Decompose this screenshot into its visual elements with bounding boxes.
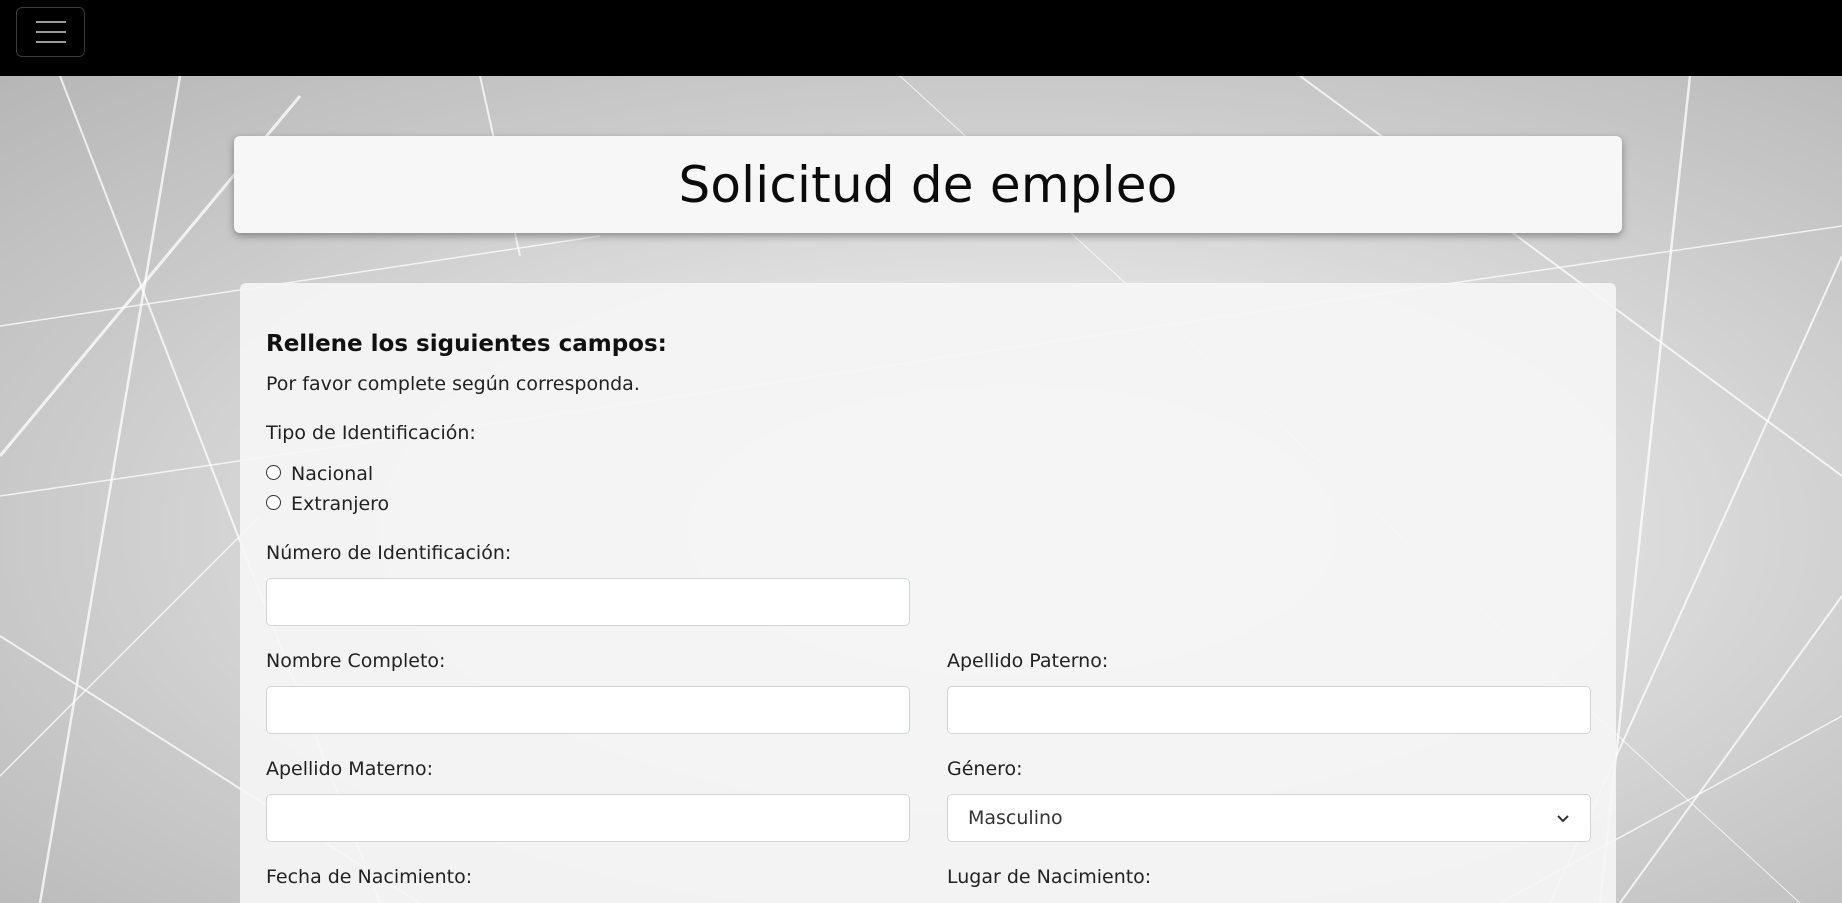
page-title-card: Solicitud de empleo (234, 136, 1622, 233)
maternal-surname-input[interactable] (266, 794, 910, 842)
radio-button[interactable] (266, 494, 281, 510)
radio-label: Extranjero (291, 493, 390, 515)
radio-extranjero[interactable]: Extranjero (266, 493, 389, 515)
gender-selected-value: Masculino (968, 807, 1063, 829)
chevron-down-icon (1557, 815, 1569, 823)
hamburger-menu-icon (35, 21, 66, 43)
radio-label: Nacional (291, 463, 374, 485)
top-navbar (0, 0, 1842, 76)
form-subheading: Por favor complete según corresponda. (266, 373, 640, 395)
id-number-label: Número de Identificación: (266, 542, 512, 564)
page-title: Solicitud de empleo (678, 155, 1178, 214)
paternal-surname-input[interactable] (947, 686, 1591, 734)
radio-nacional[interactable]: Nacional (266, 463, 373, 485)
maternal-surname-label: Apellido Materno: (266, 758, 434, 780)
full-name-input[interactable] (266, 686, 910, 734)
navbar-toggle-button[interactable] (16, 7, 85, 57)
full-name-label: Nombre Completo: (266, 650, 446, 672)
application-form: Rellene los siguientes campos: Por favor… (240, 283, 1616, 903)
birth-date-label: Fecha de Nacimiento: (266, 866, 473, 888)
radio-button[interactable] (266, 464, 281, 480)
gender-select[interactable]: Masculino (947, 794, 1591, 842)
id-number-input[interactable] (266, 578, 910, 626)
form-heading: Rellene los siguientes campos: (266, 331, 667, 357)
gender-label: Género: (947, 758, 1023, 780)
paternal-surname-label: Apellido Paterno: (947, 650, 1109, 672)
birth-place-label: Lugar de Nacimiento: (947, 866, 1152, 888)
id-type-label: Tipo de Identificación: (266, 422, 476, 444)
